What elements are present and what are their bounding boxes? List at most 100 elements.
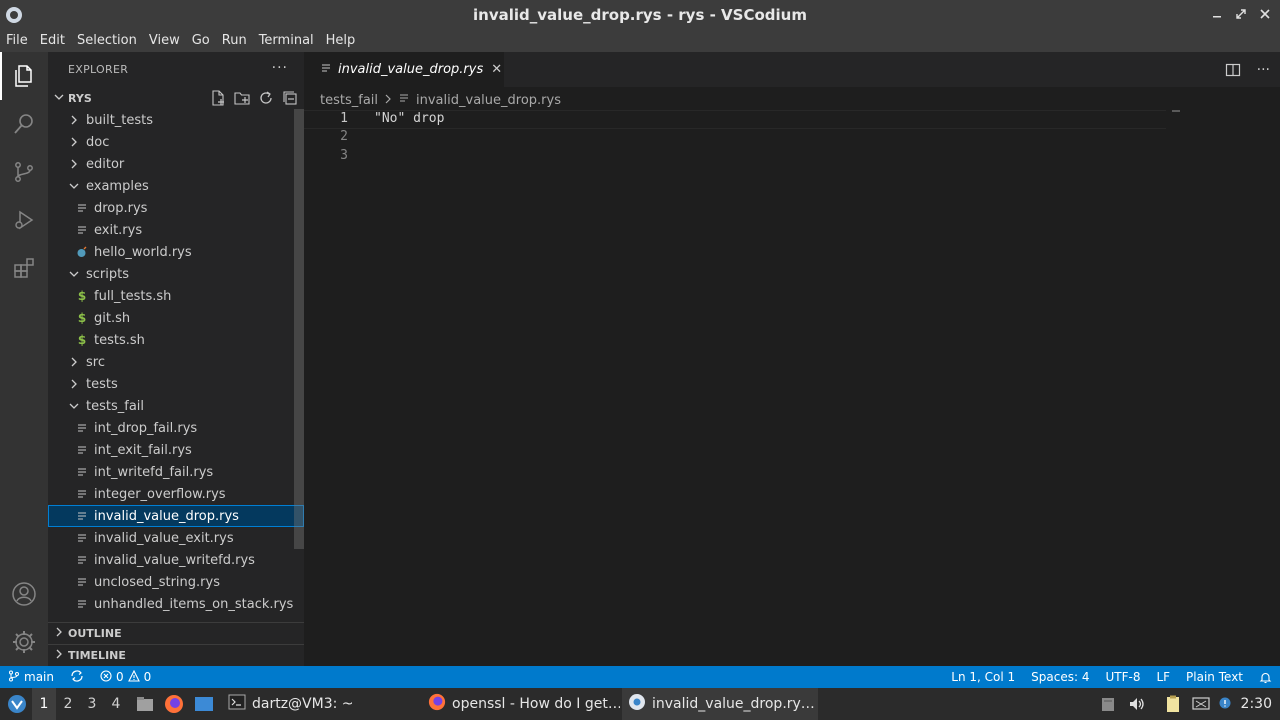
taskbar-task-vscodium[interactable]: invalid_value_drop.ry… [622,688,818,720]
refresh-icon[interactable] [258,90,274,106]
tree-item-file[interactable]: hello_world.rys [48,241,304,263]
workspace-2[interactable]: 2 [56,688,80,720]
tree-item-folder[interactable]: src [48,351,304,373]
branch-status[interactable]: main [0,666,62,688]
tree-item-folder[interactable]: tests [48,373,304,395]
tray-network-icon[interactable] [1190,688,1212,720]
tree-item-file[interactable]: unhandled_items_on_stack.rys [48,593,304,615]
tree-item-label: tests_fail [86,398,145,414]
tree-item-file[interactable]: unclosed_string.rys [48,571,304,593]
window-title: invalid_value_drop.rys - rys - VSCodium [473,6,807,24]
tree-item-folder[interactable]: examples [48,175,304,197]
workspace-4[interactable]: 4 [104,688,128,720]
taskbar-task-firefox[interactable]: openssl - How do I get… [422,688,620,720]
tree-item-file[interactable]: invalid_value_exit.rys [48,527,304,549]
menu-help[interactable]: Help [320,30,362,52]
breadcrumb: tests_fail invalid_value_drop.rys [320,90,561,110]
explorer-more-actions[interactable]: ··· [272,60,288,76]
tree-item-file[interactable]: int_drop_fail.rys [48,417,304,439]
cursor-position[interactable]: Ln 1, Col 1 [943,666,1023,688]
tree-item-folder[interactable]: doc [48,131,304,153]
problems-status[interactable]: 0 0 [92,666,159,688]
text-file-icon [74,420,90,436]
taskbar-task-terminal[interactable]: dartz@VM3: ~ [222,688,418,720]
workspace-3[interactable]: 3 [80,688,104,720]
close-button[interactable] [1258,6,1272,22]
workspace-1[interactable]: 1 [32,688,56,720]
tree-item-file[interactable]: $ tests.sh [48,329,304,351]
menu-terminal[interactable]: Terminal [253,30,320,52]
end-of-line[interactable]: LF [1148,666,1178,688]
collapse-all-icon[interactable] [282,90,298,106]
tree-item-folder[interactable]: built_tests [48,109,304,131]
tree-item-folder[interactable]: tests_fail [48,395,304,417]
tray-clipboard-icon[interactable] [1162,688,1184,720]
chevron-down-icon [54,92,68,105]
files-icon[interactable] [0,52,48,100]
explorer-header: EXPLORER ··· [48,52,304,87]
notifications-bell-icon[interactable] [1251,666,1280,688]
firefox-launcher-icon[interactable] [162,688,186,720]
line-text: "No" drop [374,111,445,126]
clock[interactable]: 2:30 [1241,688,1272,720]
outline-section[interactable]: OUTLINE [48,622,304,644]
code-editor[interactable]: 1 "No" drop 2 3 [304,110,1280,167]
language-mode[interactable]: Plain Text [1178,666,1251,688]
split-editor-icon[interactable] [1225,62,1241,82]
tree-item-folder[interactable]: scripts [48,263,304,285]
file-manager-icon[interactable] [134,688,156,720]
minimize-button[interactable] [1210,6,1224,22]
close-tab-icon[interactable]: ✕ [491,62,502,77]
manage-gear-icon[interactable] [0,618,48,666]
activity-bar [0,52,48,666]
tray-update-icon[interactable] [1216,688,1234,720]
menu-run[interactable]: Run [216,30,253,52]
window-launcher-icon[interactable] [192,688,216,720]
tray-printer-icon[interactable] [1098,688,1118,720]
tree-item-file[interactable]: int_writefd_fail.rys [48,461,304,483]
new-file-icon[interactable] [210,90,226,106]
explorer-scrollbar[interactable] [294,109,304,549]
chevron-right-icon [54,649,68,662]
more-actions-icon[interactable]: ··· [1257,62,1270,82]
run-debug-icon[interactable] [0,196,48,244]
tree-item-file[interactable]: drop.rys [48,197,304,219]
chevron-right-icon [384,93,392,108]
breadcrumb-folder[interactable]: tests_fail [320,93,378,108]
indentation[interactable]: Spaces: 4 [1023,666,1097,688]
text-file-icon [74,486,90,502]
menu-view[interactable]: View [143,30,186,52]
account-icon[interactable] [0,570,48,618]
extensions-icon[interactable] [0,244,48,292]
start-menu-icon[interactable] [4,688,30,720]
menu-go[interactable]: Go [186,30,216,52]
menu-file[interactable]: File [0,30,34,52]
explorer-root-folder[interactable]: RYS [48,87,304,109]
tab-invalid-value-drop[interactable]: invalid_value_drop.rys ✕ [304,52,504,87]
encoding[interactable]: UTF-8 [1097,666,1148,688]
text-file-icon [398,92,410,108]
search-icon[interactable] [0,100,48,148]
tree-item-folder[interactable]: editor [48,153,304,175]
code-line: 3 [304,148,1280,167]
maximize-button[interactable] [1234,6,1248,22]
menu-edit[interactable]: Edit [34,30,71,52]
sync-status[interactable] [62,666,92,688]
tree-item-file[interactable]: invalid_value_writefd.rys [48,549,304,571]
chevron-down-icon [66,398,82,414]
tree-item-file[interactable]: int_exit_fail.rys [48,439,304,461]
tree-item-label: exit.rys [94,222,143,238]
new-folder-icon[interactable] [234,90,250,106]
tree-item-file[interactable]: $ full_tests.sh [48,285,304,307]
timeline-section[interactable]: TIMELINE [48,644,304,666]
minimap[interactable] [1172,110,1180,112]
breadcrumb-file[interactable]: invalid_value_drop.rys [416,93,561,108]
tree-item-file[interactable]: $ git.sh [48,307,304,329]
tree-item-file[interactable]: exit.rys [48,219,304,241]
error-count: 0 [115,670,124,684]
tree-item-file-selected[interactable]: invalid_value_drop.rys [48,505,304,527]
source-control-icon[interactable] [0,148,48,196]
menu-selection[interactable]: Selection [71,30,143,52]
tree-item-file[interactable]: integer_overflow.rys [48,483,304,505]
volume-icon[interactable] [1126,688,1148,720]
